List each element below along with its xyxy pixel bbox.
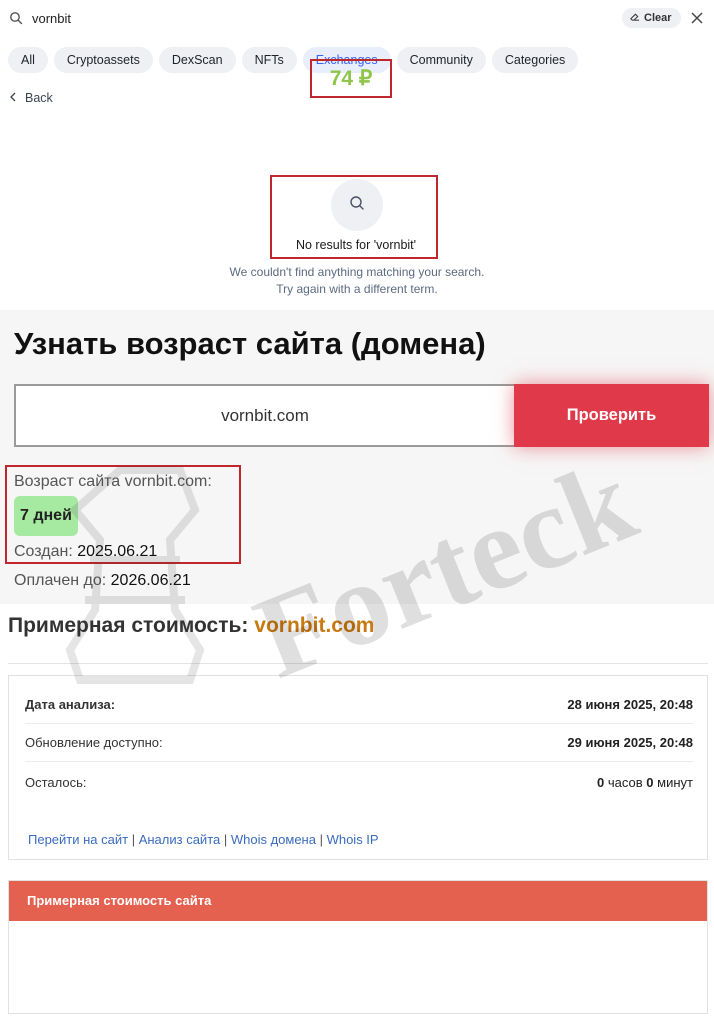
analysis-date-value: 28 июня 2025, 20:48 — [567, 697, 693, 712]
remaining-minutes: 0 — [646, 774, 654, 790]
minutes-unit: минут — [657, 774, 693, 790]
paid-until-label: Оплачен до: — [14, 572, 107, 589]
price-card: Примерная стоимость сайта — [8, 880, 708, 1014]
search-icon — [349, 195, 365, 216]
hours-unit: часов — [607, 774, 643, 790]
domain-age-badge: 7 дней — [14, 496, 78, 536]
analysis-date-row: Дата анализа: 28 июня 2025, 20:48 — [25, 686, 693, 724]
tab-cryptoassets[interactable]: Cryptoassets — [53, 47, 153, 73]
price-value: 74 ₽ — [329, 67, 373, 90]
tab-dexscan[interactable]: DexScan — [158, 47, 236, 73]
no-results-title: No results for 'vornbit' — [295, 238, 417, 252]
filter-tabs: All Cryptoassets DexScan NFTs Exchanges … — [8, 47, 579, 73]
no-results-description: We couldn't find anything matching your … — [157, 264, 557, 298]
domain-age-label: Возраст сайта vornbit.com: — [14, 473, 212, 490]
created-label: Создан: — [14, 543, 73, 560]
link-whois-ip[interactable]: Whois IP — [327, 832, 379, 847]
update-available-value: 29 июня 2025, 20:48 — [567, 735, 693, 750]
analysis-info-card: Дата анализа: 28 июня 2025, 20:48 Обновл… — [8, 675, 708, 860]
clear-button-label: Clear — [644, 12, 672, 24]
created-row: Создан: 2025.06.21 — [14, 543, 157, 561]
search-icon — [9, 11, 23, 25]
tab-community[interactable]: Community — [396, 47, 486, 73]
update-available-label: Обновление доступно: — [25, 735, 163, 750]
tab-all[interactable]: All — [8, 47, 48, 73]
divider — [8, 663, 708, 664]
paid-until-value: 2026.06.21 — [110, 572, 191, 589]
search-panel: Clear All Cryptoassets DexScan NFTs Exch… — [0, 0, 714, 310]
cost-heading-domain: vornbit.com — [254, 614, 375, 637]
no-results-line-2: Try again with a different term. — [276, 282, 438, 296]
tab-nfts[interactable]: NFTs — [241, 47, 297, 73]
update-available-row: Обновление доступно: 29 июня 2025, 20:48 — [25, 724, 693, 762]
site-links: Перейти на сайт | Анализ сайта | Whois д… — [28, 832, 379, 847]
analysis-date-label: Дата анализа: — [25, 697, 116, 712]
back-label: Back — [25, 91, 53, 105]
search-bar: Clear — [0, 0, 714, 36]
no-results-illustration — [331, 179, 383, 231]
remaining-value: 0 часов 0 минут — [597, 775, 693, 790]
search-input[interactable] — [32, 9, 432, 27]
price-header: Примерная стоимость сайта — [9, 881, 707, 921]
close-icon[interactable] — [689, 10, 705, 26]
tab-categories[interactable]: Categories — [491, 47, 579, 73]
paid-until-row: Оплачен до: 2026.06.21 — [14, 572, 191, 590]
link-site-analysis[interactable]: Анализ сайта — [139, 832, 221, 847]
link-visit-site[interactable]: Перейти на сайт — [28, 832, 128, 847]
link-whois-domain[interactable]: Whois домена — [231, 832, 316, 847]
chevron-left-icon — [9, 91, 17, 105]
cost-heading-label: Примерная стоимость: — [8, 614, 249, 637]
cost-heading: Примерная стоимость: vornbit.com — [8, 614, 374, 638]
back-button[interactable]: Back — [9, 91, 53, 105]
domain-input[interactable] — [14, 384, 516, 447]
page-title: Узнать возраст сайта (домена) — [14, 326, 486, 361]
remaining-hours: 0 — [597, 774, 605, 790]
created-value: 2025.06.21 — [77, 543, 158, 560]
eraser-icon — [629, 11, 640, 25]
clear-button[interactable]: Clear — [622, 8, 681, 28]
remaining-row: Осталось: 0 часов 0 минут — [25, 763, 693, 801]
remaining-label: Осталось: — [25, 774, 87, 790]
domain-age-section: Узнать возраст сайта (домена) Проверить … — [0, 310, 714, 604]
check-button[interactable]: Проверить — [514, 384, 709, 447]
no-results-line-1: We couldn't find anything matching your … — [229, 265, 485, 279]
